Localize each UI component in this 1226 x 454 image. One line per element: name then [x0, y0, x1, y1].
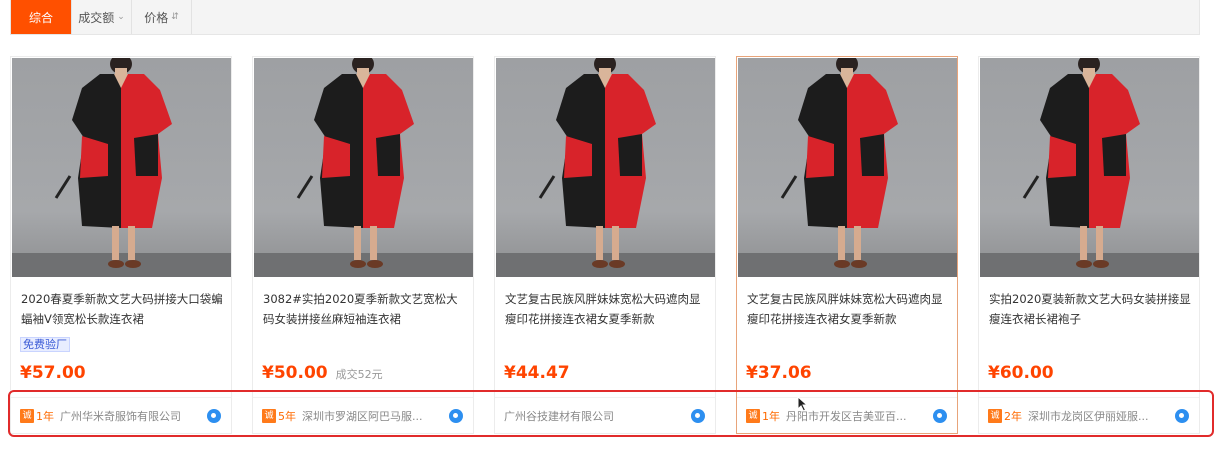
product-card[interactable]: 2020春夏季新款文艺大码拼接大口袋蝙蝠袖V领宽松长款连衣裙 免费验厂 ¥57.… [10, 56, 232, 434]
supplier-row[interactable]: 广州谷技建材有限公司 [495, 397, 715, 433]
product-title[interactable]: 3082#实拍2020夏季新款文艺宽松大码女装拼接丝麻短袖连衣裙 [263, 289, 465, 329]
sort-comprehensive-tab[interactable]: 综合 [11, 0, 72, 34]
supplier-years: 2年 [1004, 409, 1022, 423]
sort-updown-icon: ⇵ [171, 12, 179, 22]
price-row: ¥50.00 成交52元 [262, 363, 383, 383]
product-title[interactable]: 实拍2020夏装新款文艺大码女装拼接显瘦连衣裙长裙袍子 [989, 289, 1191, 329]
supplier-company[interactable]: 深圳市罗湖区阿巴马服... [302, 408, 423, 424]
chevron-down-icon: ⌄ [117, 12, 125, 22]
cheng-badge-icon: 诚 [20, 408, 34, 423]
wangwang-chat-icon[interactable] [449, 409, 463, 423]
cheng-badge-icon: 诚 [746, 408, 760, 423]
price-row: ¥60.00 [988, 363, 1054, 383]
product-price: ¥60.00 [988, 363, 1054, 383]
sort-price-label: 价格 [144, 10, 169, 25]
product-card[interactable]: 文艺复古民族风胖妹妹宽松大码遮肉显瘦印花拼接连衣裙女夏季新款 ¥44.47 广州… [494, 56, 716, 434]
mouse-cursor-icon [797, 396, 809, 412]
supplier-company[interactable]: 广州华米奇服饰有限公司 [60, 408, 181, 424]
verified-factory-tag: 免费验厂 [20, 337, 70, 352]
sort-bar: 综合 成交额 ⌄ 价格 ⇵ [10, 0, 1200, 35]
product-price: ¥57.00 [20, 363, 86, 383]
supplier-row[interactable]: 诚 2年 深圳市龙岗区伊丽娅服... [979, 397, 1199, 433]
supplier-row[interactable]: 诚 5年 深圳市罗湖区阿巴马服... [253, 397, 473, 433]
product-card[interactable]: 3082#实拍2020夏季新款文艺宽松大码女装拼接丝麻短袖连衣裙 ¥50.00 … [252, 56, 474, 434]
product-price: ¥50.00 [262, 363, 328, 383]
price-row: ¥57.00 [20, 363, 86, 383]
price-row: ¥37.06 [746, 363, 812, 383]
product-image[interactable] [496, 58, 715, 277]
supplier-company[interactable]: 深圳市龙岗区伊丽娅服... [1028, 408, 1149, 424]
wangwang-chat-icon[interactable] [207, 409, 221, 423]
product-price: ¥37.06 [746, 363, 812, 383]
deal-amount: 成交52元 [335, 368, 383, 381]
cheng-badge-icon: 诚 [988, 408, 1002, 423]
sort-comprehensive-label: 综合 [28, 10, 53, 25]
product-image[interactable] [980, 58, 1199, 277]
sort-turnover-tab[interactable]: 成交额 ⌄ [72, 0, 132, 34]
wangwang-chat-icon[interactable] [933, 409, 947, 423]
product-card[interactable]: 文艺复古民族风胖妹妹宽松大码遮肉显瘦印花拼接连衣裙女夏季新款 ¥37.06 诚 … [736, 56, 958, 434]
sort-price-tab[interactable]: 价格 ⇵ [132, 0, 192, 34]
product-title[interactable]: 文艺复古民族风胖妹妹宽松大码遮肉显瘦印花拼接连衣裙女夏季新款 [747, 289, 949, 329]
product-title[interactable]: 文艺复古民族风胖妹妹宽松大码遮肉显瘦印花拼接连衣裙女夏季新款 [505, 289, 707, 329]
product-image[interactable] [254, 58, 473, 277]
price-row: ¥44.47 [504, 363, 570, 383]
wangwang-chat-icon[interactable] [691, 409, 705, 423]
supplier-years: 1年 [762, 409, 780, 423]
supplier-row[interactable]: 诚 1年 广州华米奇服饰有限公司 [11, 397, 231, 433]
product-card[interactable]: 实拍2020夏装新款文艺大码女装拼接显瘦连衣裙长裙袍子 ¥60.00 诚 2年 … [978, 56, 1200, 434]
wangwang-chat-icon[interactable] [1175, 409, 1189, 423]
supplier-years: 5年 [278, 409, 296, 423]
cheng-badge-icon: 诚 [262, 408, 276, 423]
product-image[interactable] [12, 58, 231, 277]
product-image[interactable] [738, 58, 957, 277]
product-price: ¥44.47 [504, 363, 570, 383]
supplier-row[interactable]: 诚 1年 丹阳市开发区吉美亚百... [737, 397, 957, 433]
product-grid: 2020春夏季新款文艺大码拼接大口袋蝙蝠袖V领宽松长款连衣裙 免费验厂 ¥57.… [10, 56, 1200, 434]
supplier-years: 1年 [36, 409, 54, 423]
sort-turnover-label: 成交额 [78, 10, 115, 25]
product-title[interactable]: 2020春夏季新款文艺大码拼接大口袋蝙蝠袖V领宽松长款连衣裙 [21, 289, 223, 329]
supplier-company[interactable]: 广州谷技建材有限公司 [504, 408, 614, 424]
